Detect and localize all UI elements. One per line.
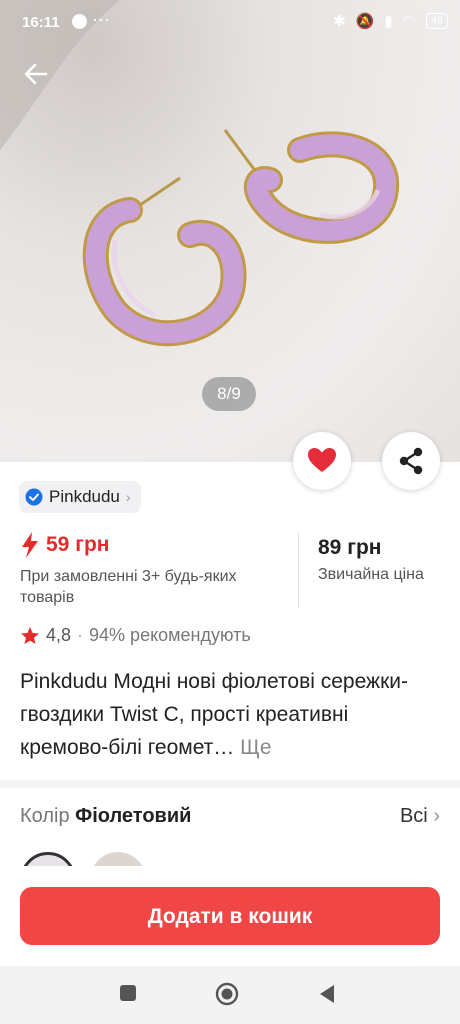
home-icon[interactable] — [215, 982, 239, 1006]
recent-apps-icon[interactable] — [119, 984, 137, 1002]
rating-value: 4,8 — [46, 625, 72, 645]
promo-price-value: 59 грн — [46, 533, 110, 556]
signal-icon: ▮ — [384, 13, 393, 30]
add-to-cart-button[interactable]: Додати в кошик — [20, 887, 440, 945]
mute-icon: 🔕 — [355, 13, 375, 30]
wifi-icon: ◠ — [402, 13, 416, 30]
rating-separator: · — [77, 625, 84, 645]
read-more-link[interactable]: Ще — [240, 736, 271, 759]
promo-price: 59 грн — [20, 532, 109, 558]
price-divider — [298, 532, 299, 608]
chevron-right-icon: › — [433, 805, 440, 827]
product-image[interactable]: 16:11 ··· ✱ 🔕 ▮ ◠ 48 8/9 — [0, 0, 460, 462]
promo-note: При замовленні 3+ будь-яких товарів — [20, 568, 237, 606]
back-nav-icon[interactable] — [318, 984, 336, 1004]
all-variants-label: Всі — [399, 805, 428, 827]
back-arrow-icon[interactable] — [20, 58, 52, 90]
section-divider — [0, 780, 460, 788]
image-counter: 8/9 — [202, 377, 256, 411]
lightning-icon — [22, 532, 38, 558]
rating-row[interactable]: 4,8 · 94% рекомендують — [20, 625, 251, 646]
more-notifications-icon: ··· — [92, 9, 110, 29]
bluetooth-icon: ✱ — [333, 13, 346, 30]
status-time: 16:11 — [22, 14, 60, 31]
variant-label: Колір — [20, 805, 70, 827]
store-name: Pinkdudu — [49, 487, 120, 506]
recommend-rate: 94% рекомендують — [89, 625, 251, 645]
regular-price-note: Звичайна ціна — [318, 566, 424, 583]
heart-icon — [308, 448, 336, 472]
battery-icon: 48 — [425, 13, 448, 29]
store-link[interactable]: Pinkdudu › — [19, 481, 141, 513]
favorite-button[interactable] — [293, 432, 351, 490]
variant-selector[interactable]: Колір Фіолетовий Всі › — [20, 805, 440, 833]
variant-value: Фіолетовий — [75, 805, 192, 827]
verified-badge-icon — [25, 488, 43, 506]
status-bar: 16:11 ··· ✱ 🔕 ▮ ◠ 48 — [0, 0, 460, 46]
product-title[interactable]: Pinkdudu Модні нові фіолетові сережки-гв… — [20, 665, 440, 764]
share-icon — [399, 447, 423, 475]
all-variants-link[interactable]: Всі › — [400, 805, 440, 828]
product-title-text: Pinkdudu Модні нові фіолетові сережки-гв… — [20, 670, 409, 759]
chevron-right-icon: › — [125, 489, 131, 505]
share-button[interactable] — [382, 432, 440, 490]
price-block: 59 грн При замовленні 3+ будь-яких товар… — [20, 532, 440, 610]
messenger-icon — [72, 14, 87, 29]
regular-price: 89 грн — [318, 536, 382, 559]
system-nav-bar — [0, 966, 460, 1024]
star-icon — [21, 626, 39, 644]
